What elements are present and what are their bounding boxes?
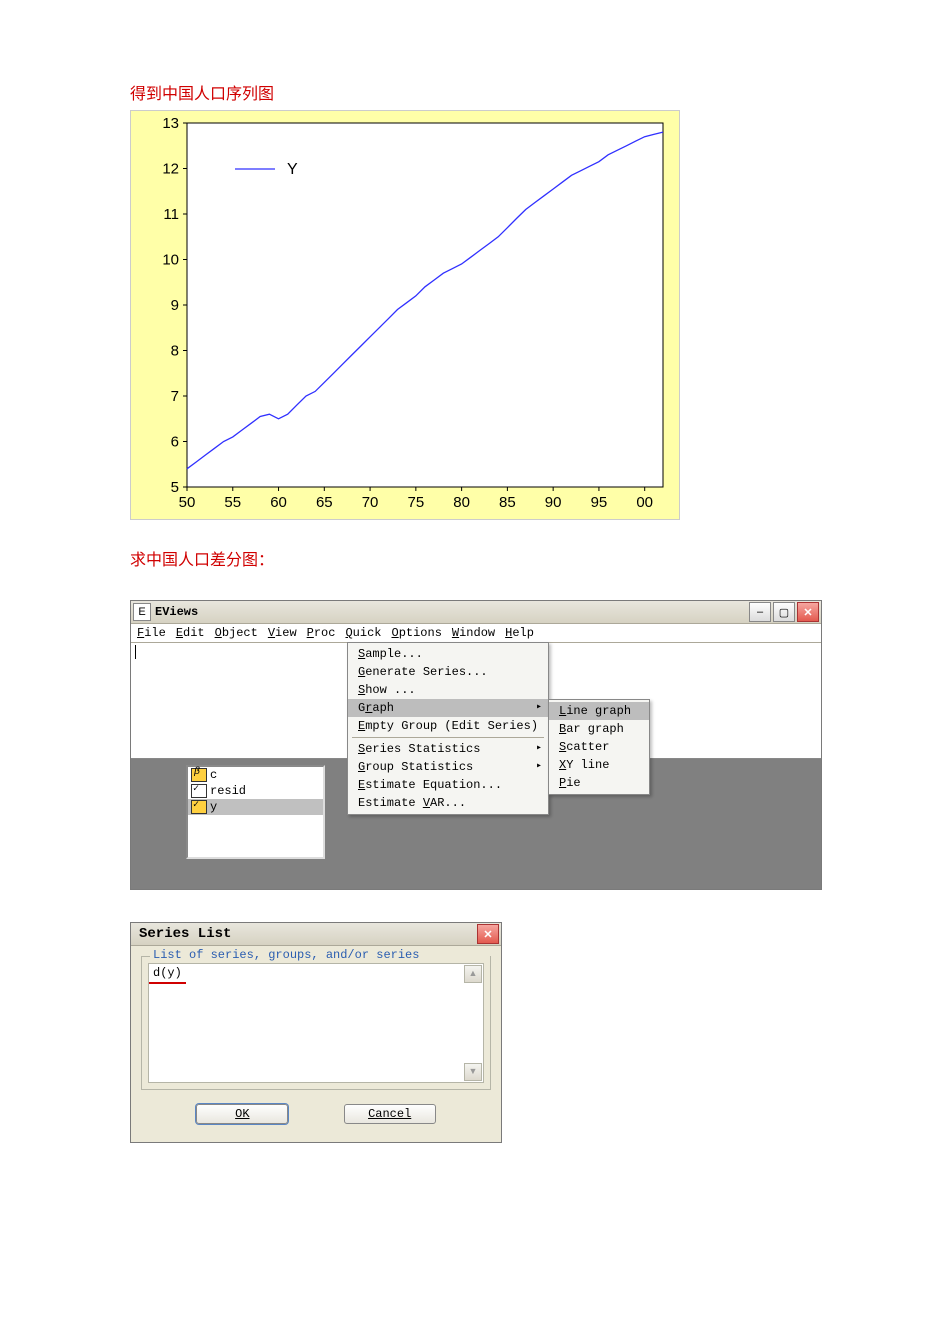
eviews-app-icon: E [133, 603, 151, 621]
series-item-y[interactable]: y [188, 799, 323, 815]
svg-text:11: 11 [163, 206, 179, 223]
menu-quick[interactable]: Quick [345, 626, 381, 640]
menuitem-line-graph[interactable]: Line graph [549, 702, 649, 720]
menuitem-scatter[interactable]: Scatter [549, 738, 649, 756]
svg-text:13: 13 [162, 117, 179, 132]
svg-text:90: 90 [545, 494, 562, 511]
svg-text:55: 55 [224, 494, 241, 511]
series-item-resid[interactable]: resid [188, 783, 323, 799]
svg-text:85: 85 [499, 494, 516, 511]
menu-object[interactable]: Object [215, 626, 258, 640]
menuitem-graph[interactable]: Graph [348, 699, 548, 717]
svg-text:Y: Y [287, 161, 298, 178]
menuitem-show-[interactable]: Show ... [348, 681, 548, 699]
ok-label: OK [235, 1107, 249, 1121]
menu-file[interactable]: File [137, 626, 166, 640]
menuitem-series-statistics[interactable]: Series Statistics [348, 740, 548, 758]
svg-text:8: 8 [171, 343, 179, 360]
menubar[interactable]: File Edit Object View Proc Quick Options Window… [131, 624, 821, 643]
menuitem-xy-line[interactable]: XY line [549, 756, 649, 774]
series-expression-value: d(y) [149, 964, 186, 984]
svg-text:70: 70 [362, 494, 379, 511]
svg-text:80: 80 [453, 494, 470, 511]
graph-submenu[interactable]: Line graphBar graphScatterXY linePie [548, 699, 650, 795]
series-fieldset: List of series, groups, and/or series ex… [141, 956, 491, 1090]
menu-proc[interactable]: Proc [307, 626, 336, 640]
close-button[interactable]: ✕ [797, 602, 819, 622]
series-expression-input[interactable]: d(y) ▲ ▼ [148, 963, 484, 1083]
menuitem-estimate-var-[interactable]: Estimate VAR... [348, 794, 548, 812]
scroll-up-icon[interactable]: ▲ [464, 965, 482, 983]
chkY-icon [191, 800, 207, 814]
menuitem-sample-[interactable]: Sample... [348, 645, 548, 663]
menuitem-pie[interactable]: Pie [549, 774, 649, 792]
eviews-title: EViews [155, 605, 749, 619]
maximize-button[interactable]: ▢ [773, 602, 795, 622]
ok-button[interactable]: OK [196, 1104, 288, 1124]
dialog-title: Series List [133, 926, 477, 942]
svg-text:9: 9 [171, 297, 179, 314]
series-item-label: y [210, 800, 217, 814]
menu-view[interactable]: View [268, 626, 297, 640]
chart-svg: 56789101112135055606570758085909500Y [137, 117, 675, 515]
menuitem-estimate-equation-[interactable]: Estimate Equation... [348, 776, 548, 794]
svg-text:12: 12 [162, 161, 179, 178]
diff-caption: 求中国人口差分图： [130, 546, 815, 570]
menuitem-generate-series-[interactable]: Generate Series... [348, 663, 548, 681]
menuitem-empty-group-edit-series-[interactable]: Empty Group (Edit Series) [348, 717, 548, 735]
cancel-button[interactable]: Cancel [344, 1104, 436, 1124]
svg-text:75: 75 [408, 494, 425, 511]
svg-text:6: 6 [171, 434, 179, 451]
eviews-titlebar: E EViews – ▢ ✕ [131, 601, 821, 624]
menu-options[interactable]: Options [391, 626, 441, 640]
svg-text:10: 10 [162, 252, 179, 269]
dialog-close-button[interactable]: ✕ [477, 924, 499, 944]
scroll-down-icon[interactable]: ▼ [464, 1063, 482, 1081]
svg-text:7: 7 [171, 388, 179, 405]
menuitem-bar-graph[interactable]: Bar graph [549, 720, 649, 738]
svg-text:60: 60 [270, 494, 287, 511]
chk-icon [191, 784, 207, 798]
svg-text:50: 50 [179, 494, 196, 511]
svg-text:00: 00 [636, 494, 653, 511]
menuitem-group-statistics[interactable]: Group Statistics [348, 758, 548, 776]
series-item-label: resid [210, 784, 246, 798]
chart-caption: 得到中国人口序列图 [130, 80, 815, 104]
cancel-label: Cancel [368, 1107, 411, 1121]
menu-window[interactable]: Window [452, 626, 495, 640]
dialog-titlebar: Series List ✕ [131, 923, 501, 946]
population-chart: 56789101112135055606570758085909500Y [130, 110, 680, 520]
series-item-c[interactable]: c [188, 767, 323, 783]
series-item-label: c [210, 768, 217, 782]
menu-help[interactable]: Help [505, 626, 534, 640]
beta-icon [191, 768, 207, 782]
series-list-dialog: Series List ✕ List of series, groups, an… [130, 922, 502, 1143]
svg-text:65: 65 [316, 494, 333, 511]
series-panel[interactable]: c resid y [186, 765, 325, 859]
svg-text:95: 95 [591, 494, 608, 511]
quick-menu[interactable]: Sample...Generate Series...Show ...Graph… [347, 642, 549, 815]
minimize-button[interactable]: – [749, 602, 771, 622]
eviews-window: E EViews – ▢ ✕ File Edit Object View Proc Qui… [130, 600, 822, 890]
menu-edit[interactable]: Edit [176, 626, 205, 640]
